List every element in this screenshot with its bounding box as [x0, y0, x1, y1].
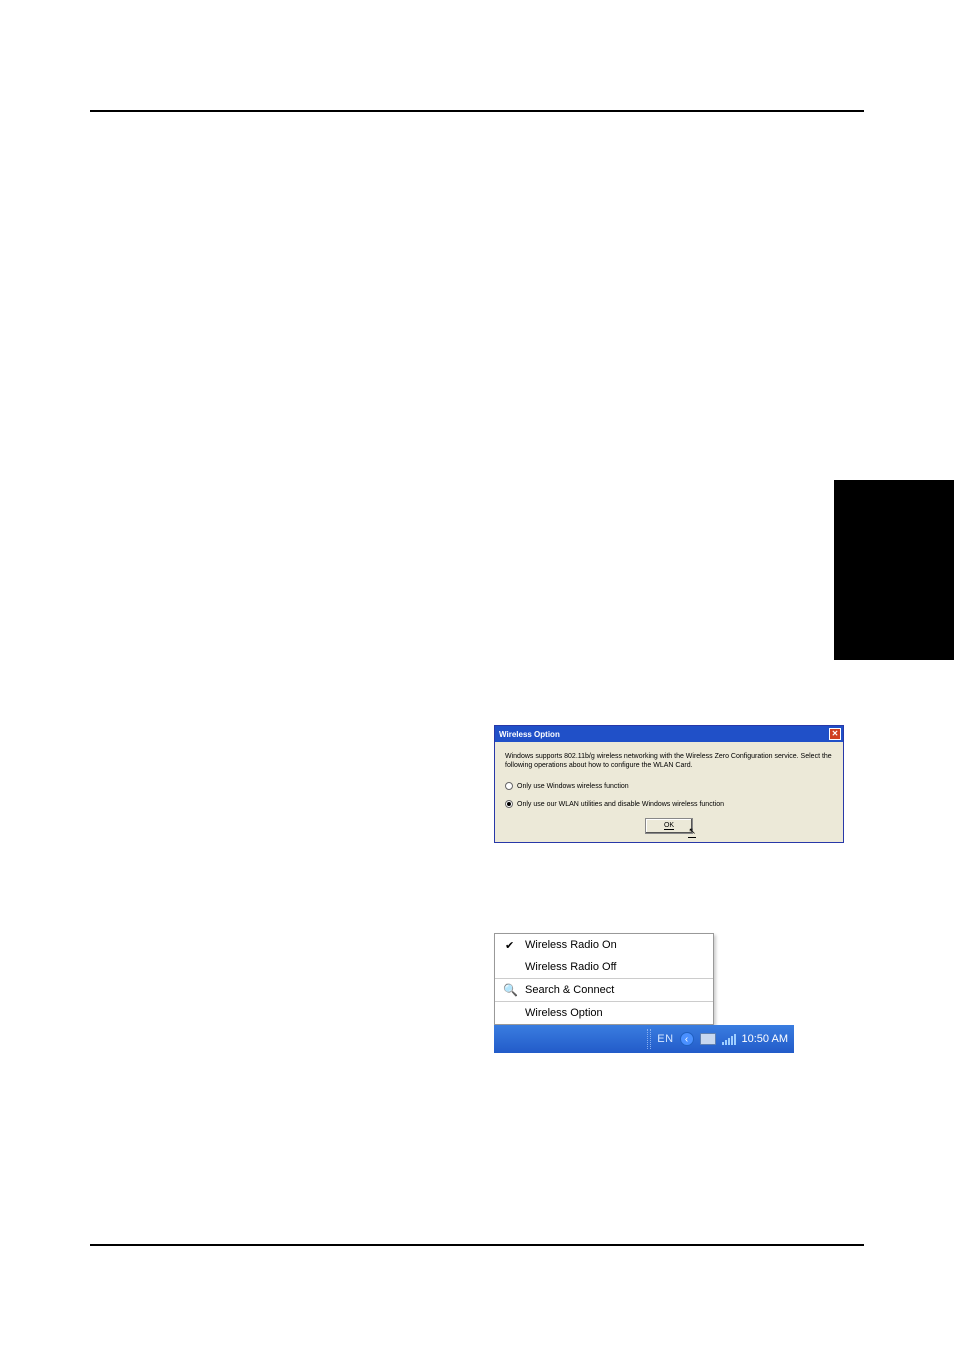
side-tab: [834, 480, 954, 660]
radio-option-windows[interactable]: Only use Windows wireless function: [505, 782, 833, 790]
dialog-message: Windows supports 802.11b/g wireless netw…: [505, 752, 833, 770]
radio-icon: [505, 800, 513, 808]
radio-option-wlan-utilities[interactable]: Only use our WLAN utilities and disable …: [505, 800, 833, 808]
ok-label: OK: [664, 822, 674, 830]
check-icon: ✔: [505, 939, 514, 952]
menu-label: Wireless Radio On: [525, 939, 617, 951]
dialog-title: Wireless Option: [499, 730, 560, 739]
top-rule: [90, 110, 864, 112]
radio-icon: [505, 782, 513, 790]
screenshots-column: Wireless Option ✕ Windows supports 802.1…: [494, 725, 844, 1053]
radio-label: Only use our WLAN utilities and disable …: [517, 801, 724, 808]
taskbar-divider: [647, 1029, 651, 1049]
menu-wireless-option[interactable]: Wireless Option: [495, 1002, 713, 1024]
language-indicator[interactable]: EN: [657, 1033, 673, 1045]
menu-search-connect[interactable]: 🔍 Search & Connect: [495, 979, 713, 1001]
menu-label: Wireless Radio Off: [525, 961, 617, 973]
menu-label: Wireless Option: [525, 1007, 603, 1019]
close-icon: ✕: [832, 730, 839, 738]
close-button[interactable]: ✕: [829, 728, 841, 740]
bottom-rule: [90, 1244, 864, 1246]
menu-wireless-off[interactable]: Wireless Radio Off: [495, 956, 713, 978]
ok-button[interactable]: OK ↖: [645, 818, 693, 834]
wireless-option-dialog: Wireless Option ✕ Windows supports 802.1…: [494, 725, 844, 843]
cursor-icon: ↖: [688, 826, 696, 838]
tray-screenshot: ✔ Wireless Radio On Wireless Radio Off 🔍…: [494, 933, 794, 1053]
signal-bars-icon[interactable]: [722, 1033, 736, 1045]
taskbar: EN ‹ 10:50 AM: [494, 1025, 794, 1053]
radio-label: Only use Windows wireless function: [517, 783, 629, 790]
tray-expand-icon[interactable]: ‹: [680, 1032, 694, 1046]
keyboard-icon[interactable]: [700, 1033, 716, 1045]
menu-wireless-on[interactable]: ✔ Wireless Radio On: [495, 934, 713, 956]
clock[interactable]: 10:50 AM: [742, 1033, 788, 1045]
tray-context-menu: ✔ Wireless Radio On Wireless Radio Off 🔍…: [494, 933, 714, 1025]
magnifier-icon: 🔍: [503, 983, 518, 997]
menu-label: Search & Connect: [525, 984, 614, 996]
page-body: Wireless Option ✕ Windows supports 802.1…: [0, 0, 954, 192]
dialog-body: Windows supports 802.11b/g wireless netw…: [495, 742, 843, 842]
dialog-titlebar: Wireless Option ✕: [495, 726, 843, 742]
